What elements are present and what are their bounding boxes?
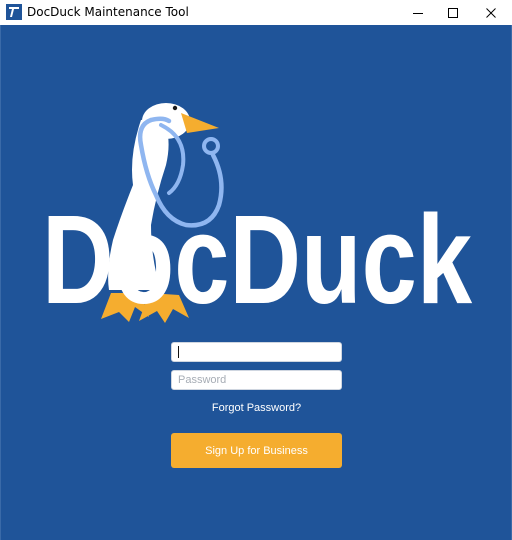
minimize-icon xyxy=(413,12,423,14)
close-icon xyxy=(486,7,496,18)
maximize-button[interactable] xyxy=(434,0,472,25)
username-field[interactable] xyxy=(171,342,342,362)
password-field[interactable] xyxy=(171,370,342,390)
text-cursor xyxy=(178,346,179,358)
window-title: DocDuck Maintenance Tool xyxy=(27,5,189,19)
close-button[interactable] xyxy=(472,0,510,25)
logo-wordmark: DocDuck xyxy=(42,189,473,330)
maximize-icon xyxy=(448,7,458,18)
title-bar: DocDuck Maintenance Tool xyxy=(0,0,512,25)
docduck-app-icon xyxy=(6,4,22,20)
sign-up-button[interactable]: Sign Up for Business xyxy=(171,433,342,468)
login-panel: DocDuck Forgot Password? Sign Up for Bus… xyxy=(0,25,512,540)
sign-up-label: Sign Up for Business xyxy=(205,444,308,457)
forgot-password-link[interactable]: Forgot Password? xyxy=(171,402,342,414)
minimize-button[interactable] xyxy=(399,0,437,25)
